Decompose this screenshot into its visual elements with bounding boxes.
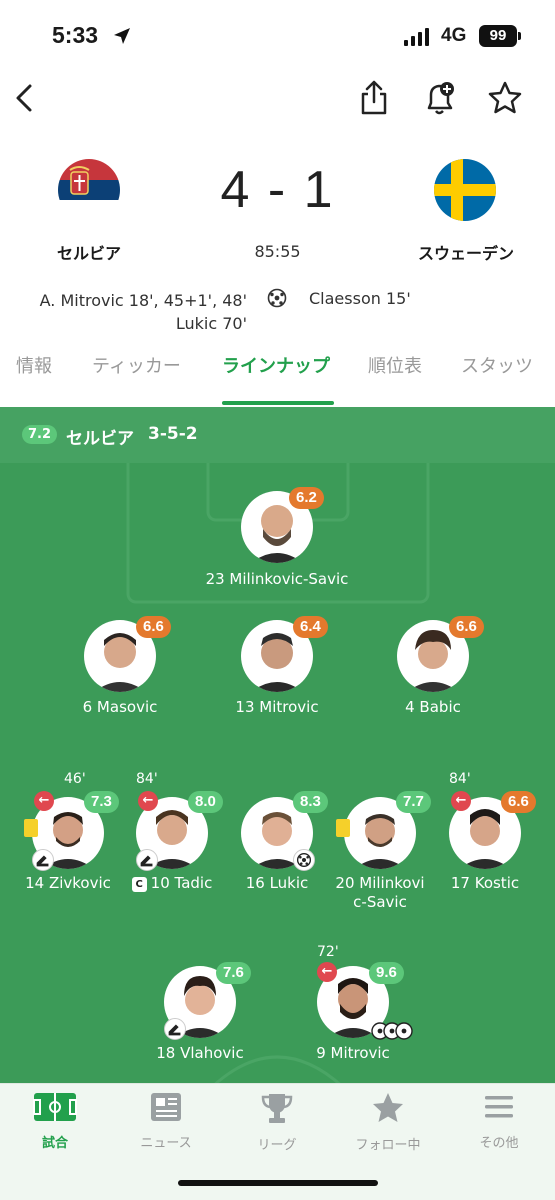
signal-icon: [404, 28, 429, 46]
nav-label: リーグ: [257, 1138, 297, 1153]
substitution-out-icon: ←: [34, 791, 54, 811]
news-icon: [151, 1093, 181, 1121]
away-team-name[interactable]: スウェーデン: [396, 240, 536, 264]
nav-news[interactable]: ニュース: [111, 1092, 221, 1151]
favorite-star-icon[interactable]: [485, 78, 525, 118]
goal-ball-icon: [371, 1022, 413, 1040]
substitution-minute: 46': [64, 771, 86, 787]
team-rating-badge: 7.2: [22, 425, 58, 444]
back-button[interactable]: [8, 78, 40, 118]
nav-label: フォロー中: [355, 1138, 421, 1153]
lineup-pitch: 7.2 セルビア 3-5-2 6.2 23 Milinkovic-Savic 6…: [0, 407, 555, 1087]
player-rating: 8.0: [188, 791, 223, 813]
status-time: 5:33: [52, 22, 99, 48]
player-rating: 7.7: [396, 791, 431, 813]
player-rating: 8.3: [293, 791, 328, 813]
player-name: 17 Kostic: [450, 874, 520, 892]
goal-ball-icon: [267, 288, 287, 308]
star-icon: [373, 1093, 403, 1122]
lineup-header: 7.2 セルビア 3-5-2: [0, 407, 555, 463]
player-name: 23 Milinkovic-Savic: [205, 570, 349, 588]
location-arrow-icon: [114, 28, 130, 44]
nav-label: 試合: [41, 1136, 68, 1151]
tab-standings[interactable]: 順位表: [368, 352, 422, 378]
formation-label: 3-5-2: [148, 424, 198, 444]
nav-leagues[interactable]: リーグ: [222, 1092, 332, 1153]
match-tabs: 情報 ティッカー ラインナップ 順位表 スタッツ: [0, 352, 555, 407]
nav-label: その他: [479, 1136, 519, 1151]
tab-lineup[interactable]: ラインナップ: [222, 352, 330, 378]
battery-icon: 99: [479, 25, 521, 47]
substitution-out-icon: ←: [138, 791, 158, 811]
home-goal-scorers: A. Mitrovic 18', 45+1', 48' Lukic 70': [40, 289, 247, 335]
home-indicator: [178, 1180, 378, 1186]
assist-boot-icon: [32, 849, 54, 871]
substitution-minute: 72': [317, 944, 339, 960]
player-rating: 9.6: [369, 962, 404, 984]
status-bar: 5:33 4G 99: [0, 0, 555, 70]
away-goal-scorers: Claesson 15': [309, 289, 411, 308]
tab-stats[interactable]: スタッツ: [461, 352, 533, 378]
player-rating: 7.6: [216, 962, 251, 984]
captain-badge: C: [131, 877, 147, 892]
player-rating: 6.6: [501, 791, 536, 813]
tab-info[interactable]: 情報: [16, 352, 52, 378]
player-name: 4 Babic: [405, 698, 461, 716]
player-rating: 6.6: [136, 616, 171, 638]
share-icon[interactable]: [354, 78, 394, 118]
substitution-minute: 84': [136, 771, 158, 787]
goal-ball-icon: [293, 849, 315, 871]
yellow-card-icon: [336, 819, 350, 837]
away-team-flag[interactable]: [434, 159, 496, 221]
trophy-icon: [261, 1094, 293, 1123]
player-rating: 6.6: [449, 616, 484, 638]
nav-more[interactable]: その他: [444, 1092, 554, 1151]
add-notification-icon[interactable]: [420, 78, 460, 118]
active-tab-indicator: [222, 401, 334, 405]
yellow-card-icon: [24, 819, 38, 837]
substitution-minute: 84': [449, 771, 471, 787]
assist-boot-icon: [164, 1018, 186, 1040]
substitution-out-icon: ←: [451, 791, 471, 811]
player-rating: 6.2: [289, 487, 324, 509]
lineup-team-name: セルビア: [66, 429, 134, 449]
nav-matches[interactable]: 試合: [0, 1092, 110, 1151]
player-rating: 7.3: [84, 791, 119, 813]
player-name: 9 Mitrovic: [316, 1044, 390, 1062]
player-name-line: c-Savic: [353, 893, 407, 911]
home-scorer-line: Lukic 70': [175, 314, 247, 333]
network-type: 4G: [441, 25, 467, 46]
assist-boot-icon: [136, 849, 158, 871]
tab-ticker[interactable]: ティッカー: [92, 352, 181, 378]
nav-label: ニュース: [140, 1136, 192, 1151]
substitution-out-icon: ←: [317, 962, 337, 982]
player-rating: 6.4: [293, 616, 328, 638]
menu-icon: [485, 1096, 513, 1118]
home-scorer-line: A. Mitrovic 18', 45+1', 48': [39, 291, 247, 310]
nav-following[interactable]: フォロー中: [333, 1092, 443, 1153]
pitch-icon: [33, 1093, 77, 1121]
